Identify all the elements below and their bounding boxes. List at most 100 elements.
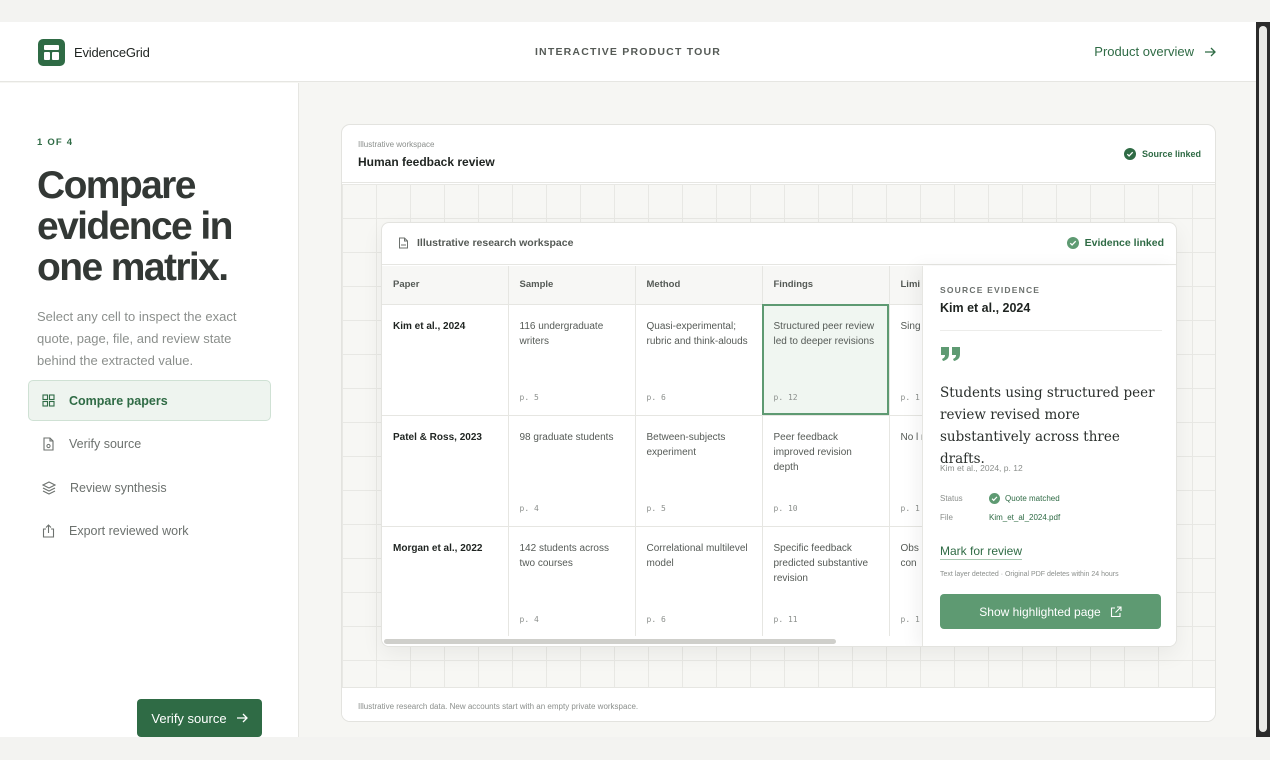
step-label: Export reviewed work (69, 524, 189, 538)
step-indicator: 1 OF 4 (37, 137, 74, 148)
status-row: Status Quote matched (940, 493, 1060, 504)
workspace-subtitle: Illustrative workspace (358, 140, 435, 149)
cell-text: 98 graduate students (519, 431, 614, 443)
column-header-sample[interactable]: Sample (508, 266, 636, 305)
scrollbar-thumb[interactable] (1259, 26, 1267, 732)
file-row: File Kim_et_al_2024.pdf (940, 513, 1060, 522)
left-panel: 1 OF 4 Compare evidence in one matrix. S… (0, 83, 299, 737)
evidence-citation: Kim et al., 2024, p. 12 (940, 463, 1023, 473)
pdf-file-icon (399, 237, 408, 249)
research-workspace-title: Illustrative research workspace (398, 237, 573, 249)
cell-text: Peer feedback improved revision depth (773, 431, 852, 473)
arrow-right-icon (236, 713, 248, 723)
page-ref: p. 1 (900, 503, 920, 513)
matrix-cell[interactable]: 142 students across two courses p. 4 (508, 526, 636, 636)
app-frame: EvidenceGrid INTERACTIVE PRODUCT TOUR Pr… (0, 22, 1256, 737)
cell-text: Correlational multilevel model (646, 542, 748, 569)
column-header-method[interactable]: Method (635, 266, 763, 305)
scrollbar-thumb[interactable] (384, 639, 836, 644)
page-scrollbar[interactable] (1256, 22, 1270, 737)
matrix-cell[interactable]: 116 undergraduate writers p. 5 (508, 304, 636, 416)
page-ref: p. 4 (519, 614, 539, 624)
layers-icon (42, 480, 56, 495)
cell-text: 116 undergraduate writers (519, 320, 604, 347)
page-ref: p. 1 (900, 392, 920, 402)
page-ref: p. 6 (646, 392, 666, 402)
check-circle-icon (1123, 148, 1136, 160)
research-workspace-label: Illustrative research workspace (417, 237, 574, 249)
text-layer-note: Text layer detected · Original PDF delet… (940, 571, 1119, 578)
quote-icon (941, 347, 960, 361)
cell-text: Structured peer review led to deeper rev… (773, 320, 875, 347)
column-header-limitations[interactable]: Limi (889, 266, 922, 305)
matrix-cell[interactable]: No l rete p. 1 (889, 415, 923, 527)
page-ref: p. 5 (519, 392, 539, 402)
matrix-cell[interactable]: Sing sho p. 1 (889, 304, 922, 416)
mark-for-review-link[interactable]: Mark for review (940, 544, 1022, 558)
page-title: Compare evidence in one matrix. (37, 164, 233, 289)
cell-text: Between-subjects experiment (646, 431, 726, 458)
source-evidence-panel: SOURCE EVIDENCE Kim et al., 2024 Student… (922, 266, 1176, 646)
status-value: Quote matched (989, 493, 1060, 504)
evidence-linked-badge: Evidence linked (1066, 237, 1164, 249)
page-ref: p. 12 (773, 392, 798, 402)
matrix-cell[interactable]: Quasi-experimental; rubric and think-alo… (635, 304, 763, 416)
column-header-paper[interactable]: Paper (382, 266, 509, 305)
evidence-matrix: Paper Sample Method Findings Limi Kim et… (382, 266, 922, 636)
status-key: Status (940, 494, 963, 503)
cell-text: No l rete (900, 431, 923, 443)
step-label: Compare papers (69, 393, 168, 408)
page-ref: p. 5 (646, 503, 666, 513)
paper-cell[interactable]: Kim et al., 2024 (382, 304, 509, 416)
tour-title: INTERACTIVE PRODUCT TOUR (534, 46, 722, 58)
show-highlighted-page-label: Show highlighted page (979, 604, 1101, 619)
arrow-right-icon (1205, 47, 1216, 56)
show-highlighted-page-button[interactable]: Show highlighted page (940, 594, 1161, 629)
check-circle-icon (1066, 237, 1079, 249)
matrix-cell[interactable]: Specific feedback predicted substantive … (762, 526, 890, 636)
verify-source-button[interactable]: Verify source (137, 699, 262, 737)
evidence-table: Paper Sample Method Findings Limi Kim et… (382, 266, 922, 636)
verify-source-label: Verify source (151, 710, 227, 726)
column-header-findings[interactable]: Findings (762, 266, 890, 305)
step-label: Verify source (69, 437, 142, 451)
workspace-title: Human feedback review (358, 155, 495, 169)
source-linked-label: Source linked (1141, 149, 1201, 159)
workspace-footer-note: Illustrative research data. New accounts… (358, 702, 639, 711)
divider (940, 330, 1162, 331)
matrix-cell[interactable]: Obs desi con p. 1 (889, 526, 922, 636)
source-evidence-label: SOURCE EVIDENCE (940, 285, 1041, 295)
step-compare-papers[interactable]: Compare papers (28, 380, 271, 421)
evidence-linked-label: Evidence linked (1084, 237, 1164, 249)
evidence-quote: Students using structured peer review re… (940, 385, 1155, 467)
external-link-icon (1110, 605, 1122, 617)
matrix-cell[interactable]: Correlational multilevel model p. 6 (635, 526, 763, 636)
share-icon (42, 524, 55, 538)
paper-cell[interactable]: Morgan et al., 2022 (382, 526, 509, 636)
product-overview-link[interactable]: Product overview (1094, 44, 1216, 59)
matrix-cell[interactable]: Between-subjects experiment p. 5 (635, 415, 763, 527)
matrix-cell[interactable]: Peer feedback improved revision depth p. … (762, 415, 890, 527)
top-bar: EvidenceGrid INTERACTIVE PRODUCT TOUR Pr… (0, 22, 1256, 82)
step-verify-source[interactable]: Verify source (28, 424, 271, 465)
source-paper-title: Kim et al., 2024 (940, 301, 1031, 315)
page-description: Select any cell to inspect the exact quo… (37, 309, 237, 368)
matrix-cell-selected[interactable]: Structured peer review led to deeper rev… (762, 304, 890, 416)
horizontal-scrollbar[interactable] (382, 636, 922, 646)
cell-text: Quasi-experimental; rubric and think-alo… (646, 320, 748, 347)
table-row: Morgan et al., 2022 142 students across … (382, 526, 922, 636)
page-ref: p. 10 (773, 503, 798, 513)
page-ref: p. 6 (646, 614, 666, 624)
grid-icon (42, 394, 55, 407)
step-export-reviewed-work[interactable]: Export reviewed work (28, 511, 271, 552)
paper-cell[interactable]: Patel & Ross, 2023 (382, 415, 509, 527)
matrix-cell[interactable]: 98 graduate students p. 4 (508, 415, 636, 527)
research-workspace-header: Illustrative research workspace Evidence… (382, 223, 1176, 265)
status-value-label: Quote matched (1005, 494, 1060, 503)
step-review-synthesis[interactable]: Review synthesis (28, 467, 271, 508)
document-icon (43, 437, 54, 451)
table-row: Kim et al., 2024 116 undergraduate write… (382, 304, 922, 416)
cell-text: 142 students across two courses (519, 542, 610, 569)
workspace-card: Illustrative workspace Human feedback re… (341, 124, 1216, 722)
file-link[interactable]: Kim_et_al_2024.pdf (989, 513, 1060, 522)
